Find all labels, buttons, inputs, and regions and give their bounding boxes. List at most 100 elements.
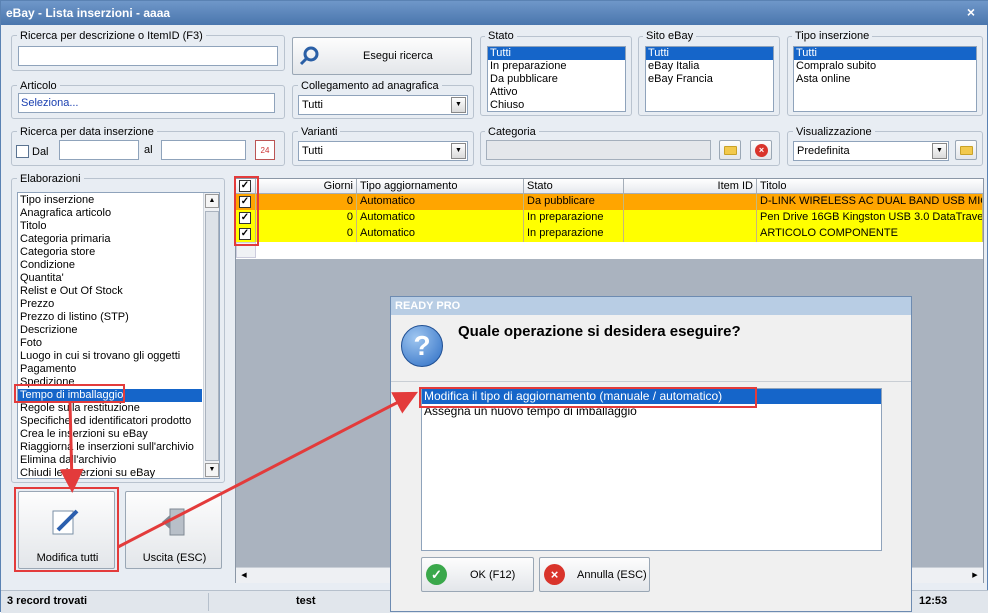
highlight-box (14, 487, 119, 572)
cell-titolo[interactable]: D-LINK WIRELESS AC DUAL BAND USB MICRO (757, 194, 983, 210)
col-tipo[interactable]: Tipo aggiornamento (357, 179, 524, 193)
scroll-up-icon[interactable]: ▲ (205, 194, 219, 208)
cell-giorni[interactable]: 0 (256, 210, 357, 226)
list-item[interactable]: Categoria store (18, 246, 202, 259)
cell-stato[interactable]: In preparazione (524, 226, 624, 242)
search-button[interactable]: Esegui ricerca (292, 37, 472, 75)
categoria-field[interactable] (486, 140, 711, 160)
cell-giorni[interactable]: 0 (256, 226, 357, 242)
cell-tipo[interactable]: Automatico (357, 226, 524, 242)
col-titolo[interactable]: Titolo (757, 179, 983, 193)
highlight-box (234, 176, 259, 246)
cell-tipo[interactable]: Automatico (357, 194, 524, 210)
scroll-thumb[interactable] (205, 211, 219, 461)
list-item[interactable]: Luogo in cui si trovano gli oggetti (18, 350, 202, 363)
list-item[interactable]: Anagrafica articolo (18, 207, 202, 220)
list-item[interactable]: Titolo (18, 220, 202, 233)
cancel-label: Annulla (ESC) (577, 569, 647, 581)
data-label: Ricerca per data inserzione (17, 126, 157, 138)
collegamento-value: Tutti (302, 99, 323, 111)
cell-tipo[interactable]: Automatico (357, 210, 524, 226)
question-icon: ? (401, 325, 443, 367)
options-list[interactable]: Modifica il tipo di aggiornamento (manua… (421, 388, 882, 551)
list-item[interactable]: Chiuso (488, 99, 625, 111)
list-item[interactable]: Categoria primaria (18, 233, 202, 246)
list-item[interactable]: Da pubblicare (488, 73, 625, 86)
date-to-field[interactable] (161, 140, 246, 160)
list-item[interactable]: Descrizione (18, 324, 202, 337)
scroll-left-icon[interactable]: ◀ (237, 569, 251, 582)
list-item[interactable]: Prezzo di listino (STP) (18, 311, 202, 324)
list-item[interactable]: Tutti (646, 47, 773, 60)
list-item[interactable]: Crea le inserzioni su eBay (18, 428, 202, 441)
close-icon[interactable]: × (963, 4, 979, 20)
table-row[interactable]: ✓ 0 Automatico Da pubblicare D-LINK WIRELESS… (236, 194, 983, 210)
col-stato[interactable]: Stato (524, 179, 624, 193)
list-item[interactable]: Specifiche ed identificatori prodotto (18, 415, 202, 428)
search-input[interactable] (18, 46, 278, 66)
folder-open-button[interactable] (719, 140, 741, 160)
list-item[interactable]: Quantita' (18, 272, 202, 285)
scrollbar[interactable]: ▲ ▼ (203, 193, 219, 478)
ok-label: OK (F12) (470, 569, 516, 581)
list-item[interactable]: Asta online (794, 73, 976, 86)
list-item[interactable]: Foto (18, 337, 202, 350)
list-item[interactable]: Tutti (794, 47, 976, 60)
calendar-icon[interactable]: 24 (255, 140, 275, 160)
divider (391, 381, 911, 382)
scroll-down-icon[interactable]: ▼ (205, 463, 219, 477)
visualizzazione-folder-button[interactable] (955, 140, 977, 160)
visualizzazione-select[interactable]: Predefinita ▼ (793, 141, 949, 161)
cell-titolo[interactable]: Pen Drive 16GB Kingston USB 3.0 DataTrav… (757, 210, 983, 226)
list-item[interactable]: Riaggiorna le inserzioni sull'archivio (18, 441, 202, 454)
list-item[interactable]: Condizione (18, 259, 202, 272)
list-item[interactable]: Regole sulla restituzione (18, 402, 202, 415)
chevron-down-icon[interactable]: ▼ (451, 143, 466, 159)
list-item[interactable]: Prezzo (18, 298, 202, 311)
table-row[interactable]: ✓ 0 Automatico In preparazione Pen Drive 16G… (236, 210, 983, 226)
list-item[interactable]: Compralo subito (794, 60, 976, 73)
elaborazioni-list[interactable]: Tipo inserzione Anagrafica articolo Titolo… (17, 192, 220, 479)
table-row[interactable]: ✓ 0 Automatico In preparazione ARTICOLO COMP… (236, 226, 983, 242)
cell-titolo[interactable]: ARTICOLO COMPONENTE (757, 226, 983, 242)
cell-stato[interactable]: Da pubblicare (524, 194, 624, 210)
col-itemid[interactable]: Item ID (624, 179, 757, 193)
elaborazioni-label: Elaborazioni (17, 173, 84, 185)
date-from-field[interactable] (59, 140, 139, 160)
dialog-question: Quale operazione si desidera eseguire? (458, 323, 741, 340)
list-item[interactable]: eBay Italia (646, 60, 773, 73)
varianti-select[interactable]: Tutti ▼ (298, 141, 468, 161)
col-giorni[interactable]: Giorni (256, 179, 357, 193)
articolo-field[interactable]: Seleziona... (18, 93, 275, 113)
list-item[interactable]: Relist e Out Of Stock (18, 285, 202, 298)
cell-stato[interactable]: In preparazione (524, 210, 624, 226)
chevron-down-icon[interactable]: ▼ (932, 143, 947, 159)
dal-checkbox[interactable] (16, 145, 29, 158)
sito-list[interactable]: Tutti eBay Italia eBay Francia (645, 46, 774, 112)
list-item[interactable]: Tutti (488, 47, 625, 60)
list-item[interactable]: Elimina dall'archivio (18, 454, 202, 467)
list-item[interactable]: Chiudi le inserzioni su eBay (18, 467, 202, 478)
tipo-list[interactable]: Tutti Compralo subito Asta online (793, 46, 977, 112)
list-item[interactable]: Pagamento (18, 363, 202, 376)
list-item[interactable]: In preparazione (488, 60, 625, 73)
ok-button[interactable]: ✓ OK (F12) (421, 557, 534, 592)
list-item[interactable]: eBay Francia (646, 73, 773, 86)
al-label: al (144, 144, 153, 156)
cancel-button[interactable]: × Annulla (ESC) (539, 557, 650, 592)
collegamento-select[interactable]: Tutti ▼ (298, 95, 468, 115)
chevron-down-icon[interactable]: ▼ (451, 97, 466, 113)
clock: 12:53 (919, 595, 948, 607)
cell-item[interactable] (624, 210, 757, 226)
clear-categoria-button[interactable]: × (750, 140, 772, 160)
uscita-button[interactable]: Uscita (ESC) (125, 491, 222, 569)
sito-label: Sito eBay (643, 30, 697, 42)
list-item[interactable]: Attivo (488, 86, 625, 99)
scroll-right-icon[interactable]: ▶ (968, 569, 982, 582)
highlight-box (419, 387, 757, 408)
list-item[interactable]: Tipo inserzione (18, 194, 202, 207)
stato-list[interactable]: Tutti In preparazione Da pubblicare Atti… (487, 46, 626, 112)
cell-giorni[interactable]: 0 (256, 194, 357, 210)
cell-item[interactable] (624, 194, 757, 210)
cell-item[interactable] (624, 226, 757, 242)
